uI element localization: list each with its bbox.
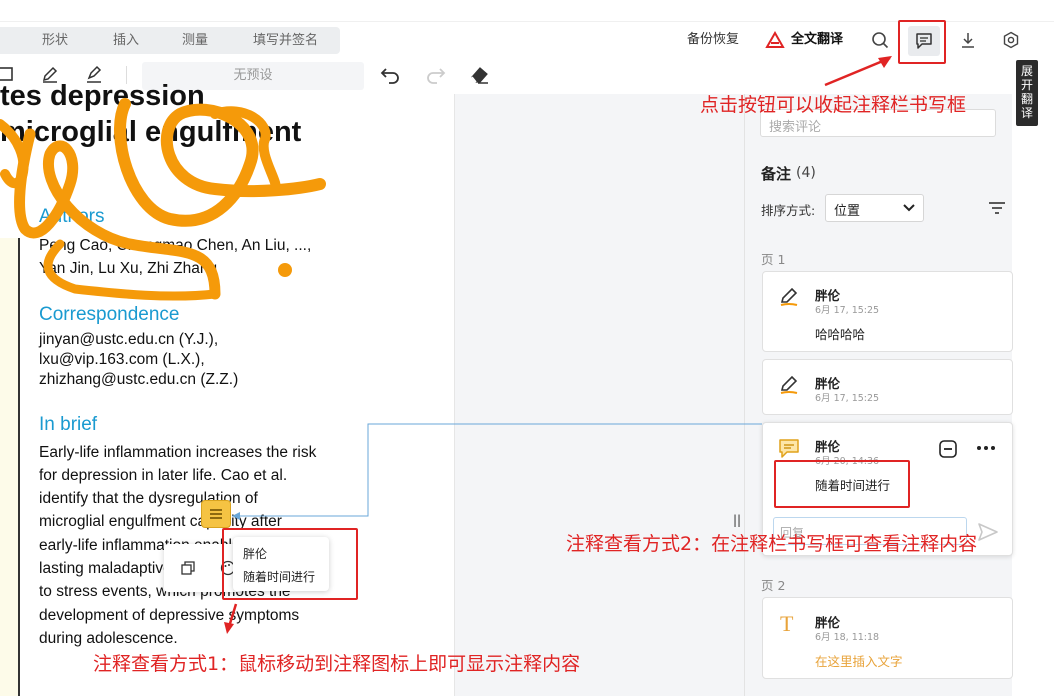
ink-scribble-annotation[interactable] [0, 94, 360, 314]
notes-count: (4) [796, 165, 816, 181]
highlight-box-popup [222, 528, 358, 600]
page-label-2: 页 2 [761, 578, 786, 593]
send-icon[interactable] [976, 520, 1000, 544]
backup-restore-button[interactable]: 备份恢复 [687, 29, 739, 51]
brief-line: for depression in later life. Cao et al. [39, 467, 288, 484]
panel-edge [1012, 94, 1054, 696]
doc-comment-note-icon[interactable] [201, 500, 231, 528]
full-translate-button[interactable]: 全文翻译 [791, 29, 843, 51]
sort-label: 排序方式: [761, 203, 816, 218]
tab-fill-sign[interactable]: 填写并签名 [253, 27, 318, 54]
eraser-icon[interactable] [468, 64, 490, 84]
download-icon[interactable] [954, 26, 982, 54]
red-arrow-top [824, 56, 892, 87]
correspondence-line-2: lxu@vip.163.com (L.X.), [39, 351, 205, 368]
brief-line: during adolescence. [39, 630, 178, 647]
card-date: 6月 17, 15:25 [815, 393, 880, 404]
document-gutter [454, 94, 744, 696]
highlight-box-panel [774, 460, 910, 508]
comment-card[interactable] [762, 271, 1013, 352]
comment-icon [778, 437, 800, 459]
window-top-strip [0, 0, 1054, 22]
card-date: 6月 17, 15:25 [815, 305, 880, 316]
tab-insert[interactable]: 插入 [113, 27, 139, 54]
settings-icon[interactable] [997, 26, 1025, 54]
page-label-1: 页 1 [761, 252, 786, 267]
red-arrow-bottom [224, 603, 238, 634]
notes-heading: 备注 [761, 165, 792, 183]
filter-icon[interactable] [988, 200, 1006, 214]
card-text: 哈哈哈哈 [815, 327, 866, 342]
text-icon: T [780, 611, 794, 636]
correspondence-line-3: zhizhang@ustc.edu.cn (Z.Z.) [39, 371, 239, 388]
chevron-down-icon [903, 204, 915, 212]
card-text: 在这里插入文字 [815, 654, 903, 669]
collapse-icon[interactable] [938, 439, 958, 459]
correspondence-line-1: jinyan@ustc.edu.cn (Y.J.), [39, 331, 219, 348]
copy-icon[interactable] [180, 560, 196, 576]
expand-translate-label: 展开翻译 [1021, 64, 1034, 120]
highlight-box-toggle [898, 20, 946, 64]
expand-translate-tab[interactable]: 展开翻译 [1016, 60, 1038, 126]
undo-icon[interactable] [380, 64, 402, 84]
in-brief-heading: In brief [39, 414, 98, 435]
sort-value: 位置 [834, 204, 861, 219]
annotation-method2: 注释查看方式2：在注释栏书写框可查看注释内容 [566, 533, 978, 555]
more-options-icon[interactable] [975, 440, 997, 456]
translate-logo-icon [765, 30, 785, 49]
pencil-icon [778, 286, 800, 308]
sort-select[interactable]: 位置 [825, 194, 924, 222]
brief-line: Early-life inflammation increases the ri… [39, 444, 317, 461]
tab-shape[interactable]: 形状 [42, 27, 68, 54]
annotation-method1: 注释查看方式1：鼠标移动到注释图标上即可显示注释内容 [93, 653, 581, 675]
annotation-top: 点击按钮可以收起注释栏书写框 [700, 94, 967, 116]
brief-line: development of depressive symptoms [39, 607, 300, 624]
redo-icon[interactable] [424, 64, 446, 84]
pencil-icon [778, 374, 800, 396]
tab-measure[interactable]: 测量 [182, 27, 208, 54]
card-date: 6月 18, 11:18 [815, 632, 880, 643]
panel-resize-handle[interactable]: || [733, 513, 741, 527]
